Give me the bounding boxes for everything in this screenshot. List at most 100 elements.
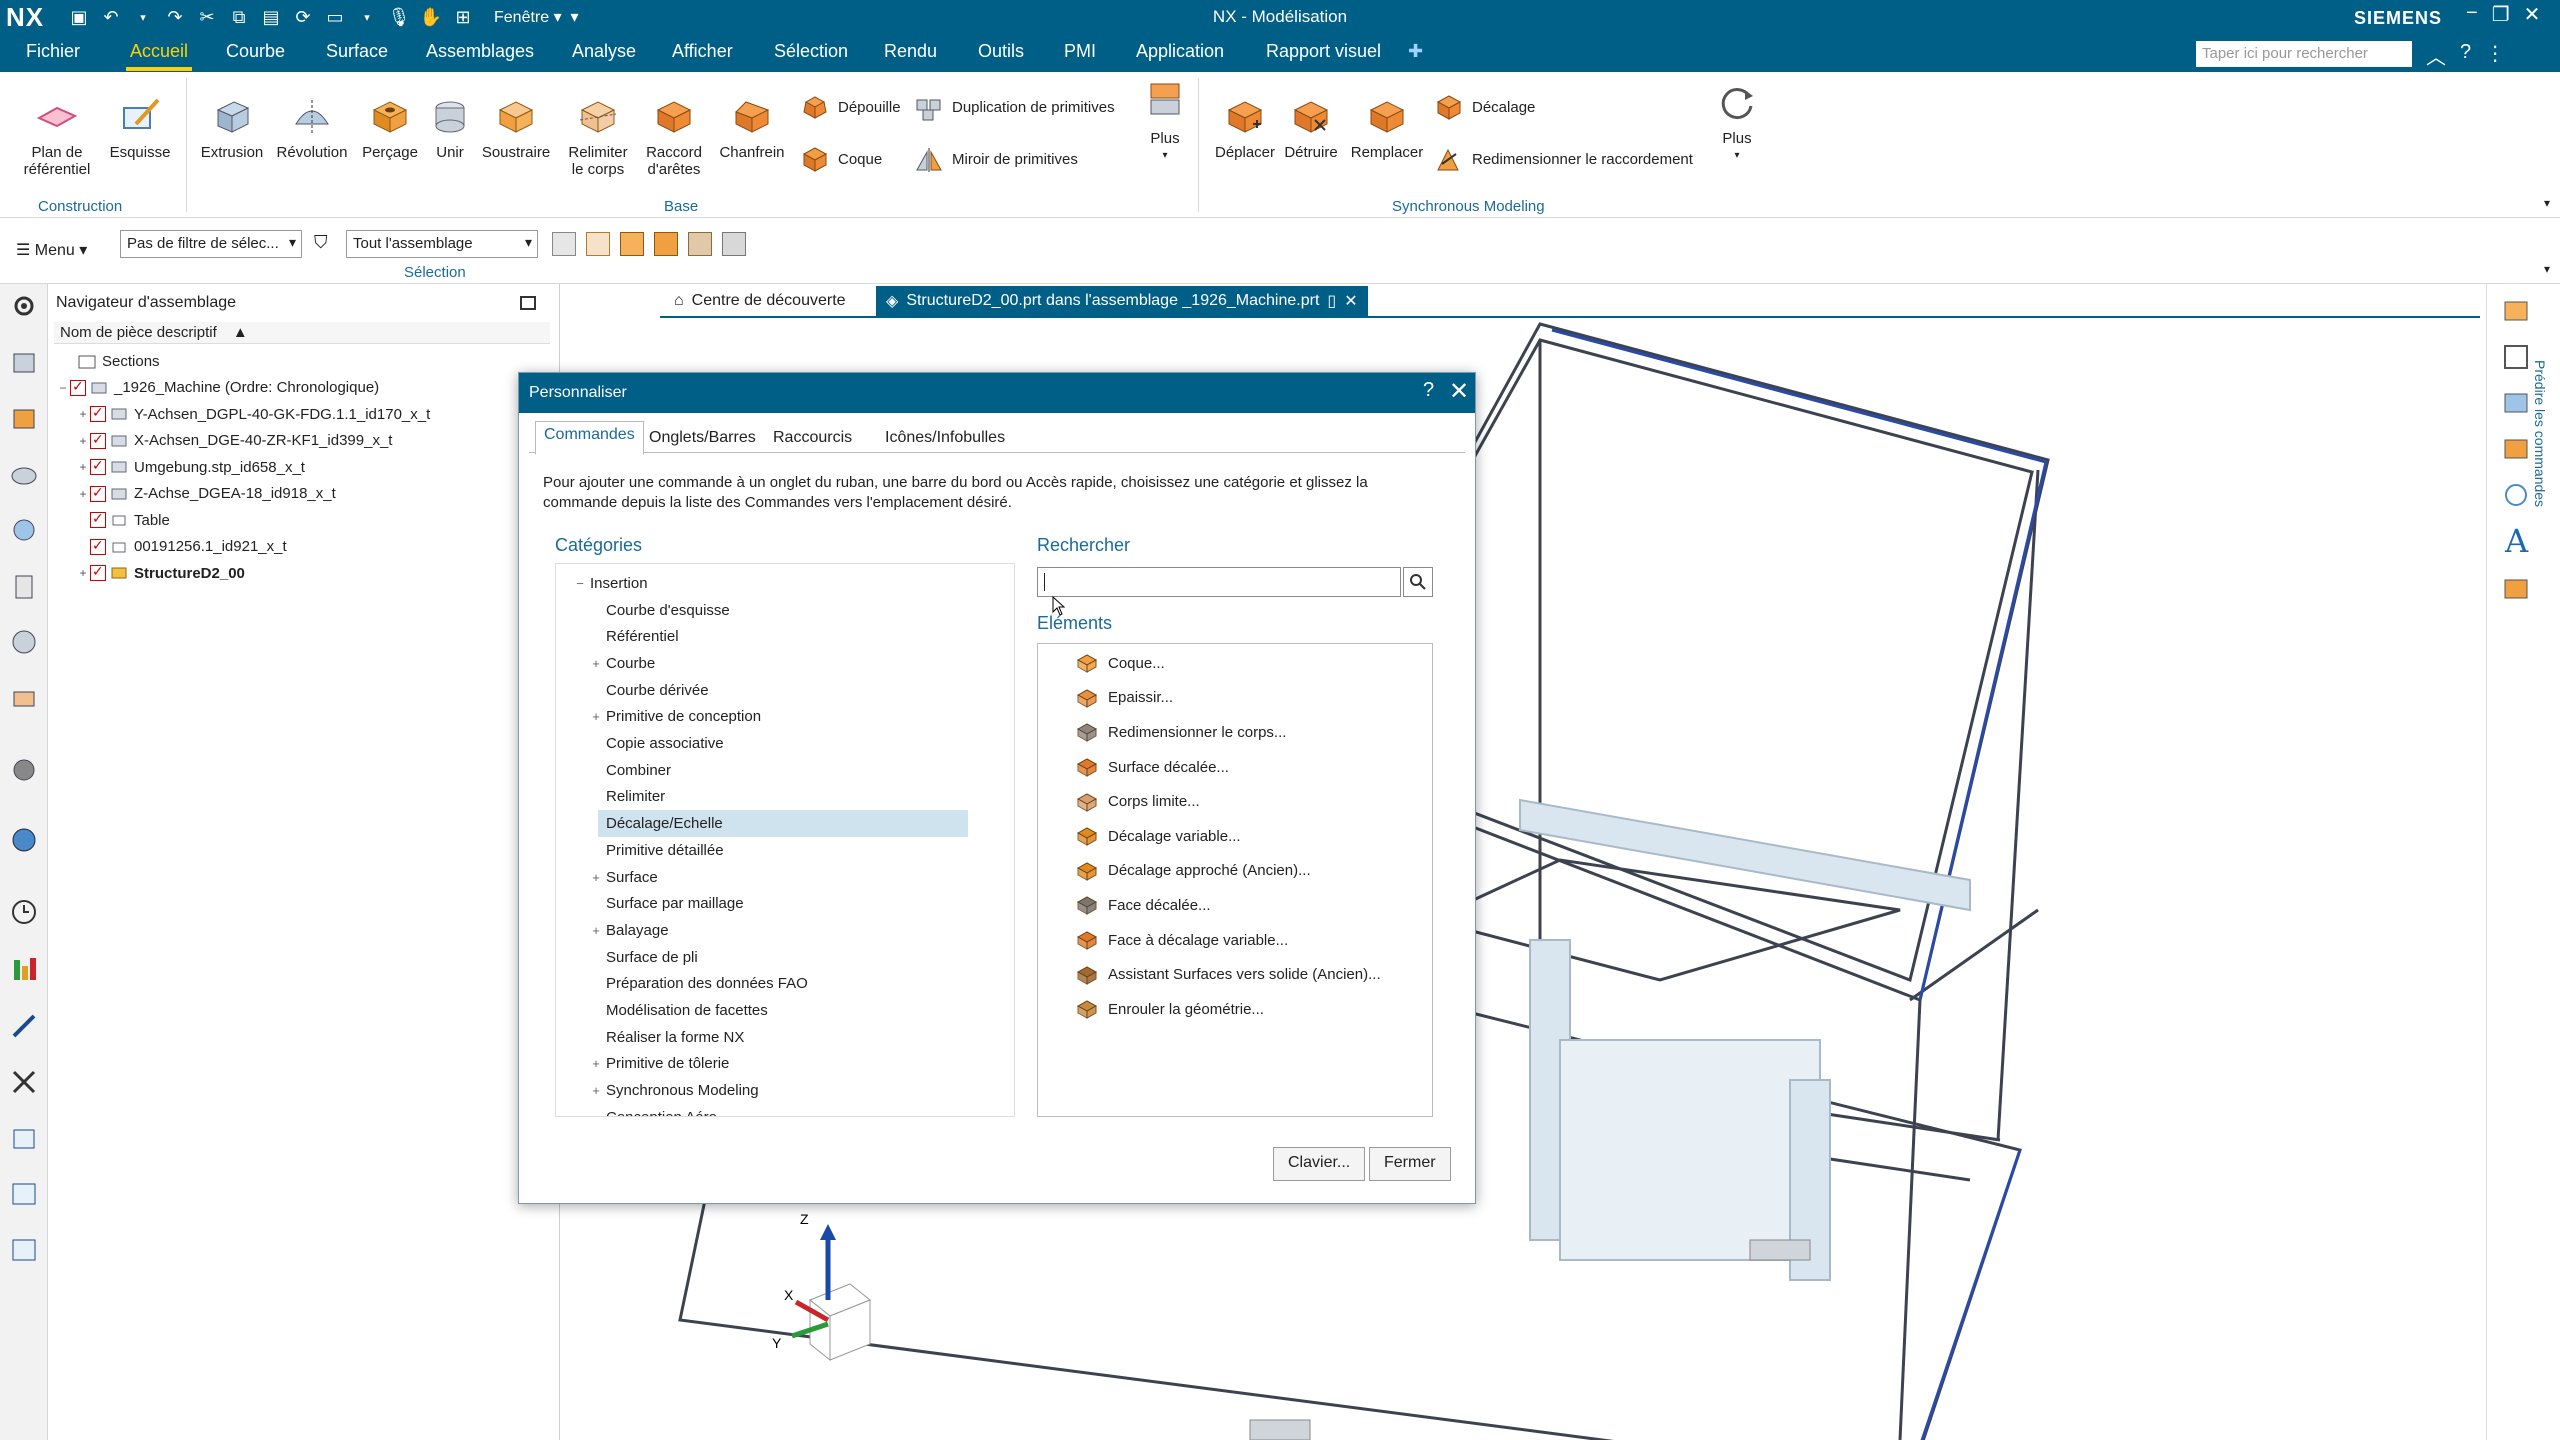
category-item[interactable]: Surface par maillage [598,890,968,917]
visibility-checkbox[interactable] [90,484,106,502]
subtract-button[interactable]: Soustraire [478,94,554,161]
delete-face-button[interactable]: Détruire [1276,94,1346,161]
pin-icon[interactable]: ▯ [1327,291,1336,311]
command-item[interactable]: Décalage approché (Ancien)... [1076,854,1311,889]
command-item[interactable]: Décalage variable... [1076,819,1241,854]
text-style-icon[interactable]: A [2505,522,2528,560]
clock-icon[interactable] [8,896,40,928]
layout-icon[interactable] [8,1178,40,1210]
ribbon-options-icon[interactable]: ⋮ [2485,41,2505,70]
tab-fichier[interactable]: Fichier [26,41,80,62]
close-icon[interactable]: ✕ [2524,2,2541,27]
part-navigator-icon[interactable] [8,458,40,490]
redo-icon[interactable]: ↷ [162,4,188,30]
collapse-icon[interactable]: − [56,381,70,395]
category-item[interactable]: Décalage/Echelle [598,810,968,837]
command-item[interactable]: Face décalée... [1076,888,1211,923]
visibility-checkbox[interactable] [90,431,106,449]
undo-dropdown-icon[interactable]: ▾ [130,4,156,30]
tab-commandes[interactable]: Commandes [535,421,644,455]
expand-icon[interactable]: + [76,434,90,448]
tab-surface[interactable]: Surface [326,41,388,62]
restore-icon[interactable]: ❐ [2492,2,2510,27]
category-item[interactable]: Référentiel [598,623,968,650]
zoom-icon[interactable] [2501,342,2531,372]
tab-accueil[interactable]: Accueil [125,41,193,71]
expand-icon[interactable]: + [590,1056,602,1071]
main-menu-button[interactable]: ☰ Menu ▾ [16,240,87,260]
datum-plane-button[interactable]: Plan de référentiel [14,94,100,178]
select-component-icon[interactable] [688,232,712,256]
cut-icon[interactable]: ✂ [194,4,220,30]
undo-icon[interactable]: ↶ [98,4,124,30]
display-mode-icon[interactable]: ▭ [322,4,348,30]
web-browser-icon[interactable] [8,626,40,658]
sync-more-button[interactable]: Plus ▾ [1712,80,1762,164]
category-item[interactable]: − Insertion [576,570,968,597]
repeat-command-icon[interactable]: ⟳ [290,4,316,30]
view-triad[interactable]: Z X Y [772,1211,871,1362]
selection-options-chevron-icon[interactable]: ▾ [2544,262,2550,276]
category-item[interactable]: Modélisation de facettes [598,997,968,1024]
switch-window-icon[interactable]: ⊞ [450,4,476,30]
tree-row-sections[interactable]: Sections [48,348,560,375]
extrude-button[interactable]: Extrusion [196,94,268,161]
command-item[interactable]: Redimensionner le corps... [1076,715,1286,750]
tab-assemblages[interactable]: Assemblages [426,41,534,62]
tree-row-component[interactable]: + Umgebung.stp_id658_x_t [48,454,560,481]
resize-blend-button[interactable]: Redimensionner le raccordement [1434,144,1693,174]
filter-icon[interactable]: ⛉ [314,232,328,253]
expand-icon[interactable]: + [590,870,602,885]
minimize-icon[interactable]: − [2466,2,2478,27]
category-item[interactable]: Conception Aéro [598,1104,968,1116]
layout-2-icon[interactable] [8,1234,40,1266]
command-item[interactable]: Surface décalée... [1076,750,1229,785]
body-icon[interactable] [2501,434,2531,464]
constraint-navigator-icon[interactable] [8,402,40,434]
touch-mode-icon[interactable]: ✋ [418,4,444,30]
command-search-input[interactable]: Taper ici pour rechercher [2196,41,2412,67]
mirror-feature-button[interactable]: Miroir de primitives [914,144,1078,174]
visibility-checkbox[interactable] [90,537,106,555]
tree-row-component[interactable]: + Y-Achsen_DGPL-40-GK-FDG.1.1_id170_x_t [48,401,560,428]
expand-icon[interactable]: + [76,566,90,580]
tab-afficher[interactable]: Afficher [672,41,733,62]
visibility-checkbox[interactable] [90,404,106,423]
insert-part-icon[interactable] [2501,574,2531,604]
select-assembly-icon[interactable] [722,232,746,256]
tab-discovery-center[interactable]: ⌂ Centre de découverte [664,286,856,316]
hand-icon[interactable] [2501,480,2531,510]
save-icon[interactable]: ▣ [66,4,92,30]
add-tab-icon[interactable]: ✚ [1408,41,1423,62]
analysis-palette-icon[interactable] [8,954,40,986]
settings-gear-icon[interactable] [8,290,40,322]
command-item[interactable]: Face à décalage variable... [1076,923,1288,958]
measure-tool-icon[interactable] [8,1010,40,1042]
tab-rendu[interactable]: Rendu [884,41,937,62]
reuse-library-icon[interactable] [8,514,40,546]
offset-region-button[interactable]: Décalage [1434,92,1535,122]
category-item[interactable]: Réaliser la forme NX [598,1024,968,1051]
type-filter-dropdown[interactable]: Pas de filtre de sélec... [120,230,302,258]
expand-icon[interactable]: + [76,460,90,474]
tab-onglets-barres[interactable]: Onglets/Barres [641,425,764,451]
command-item[interactable]: Enrouler la géométrie... [1076,992,1264,1027]
tab-selection[interactable]: Sélection [774,41,848,62]
tab-icones-infobulles[interactable]: Icônes/Infobulles [877,425,1013,451]
command-item[interactable]: Coque... [1076,646,1165,681]
search-icon[interactable] [1403,567,1433,597]
tab-pmi[interactable]: PMI [1064,41,1096,62]
visibility-checkbox[interactable] [90,457,106,476]
visibility-checkbox[interactable] [70,378,86,396]
collapse-icon[interactable]: − [574,576,586,591]
category-item[interactable]: Courbe dérivée [598,677,968,704]
tab-application[interactable]: Application [1136,41,1224,62]
navigator-column-header[interactable]: Nom de pièce descriptif ▲ [54,322,550,344]
category-item[interactable]: Combiner [598,757,968,784]
visibility-checkbox[interactable] [90,563,106,582]
expand-icon[interactable]: + [590,709,602,724]
category-item[interactable]: + Surface [592,864,968,891]
edge-blend-button[interactable]: Raccord d'arêtes [632,94,716,178]
command-item[interactable]: Epaissir... [1076,681,1173,716]
base-more-button[interactable]: Plus ▾ [1140,80,1190,164]
